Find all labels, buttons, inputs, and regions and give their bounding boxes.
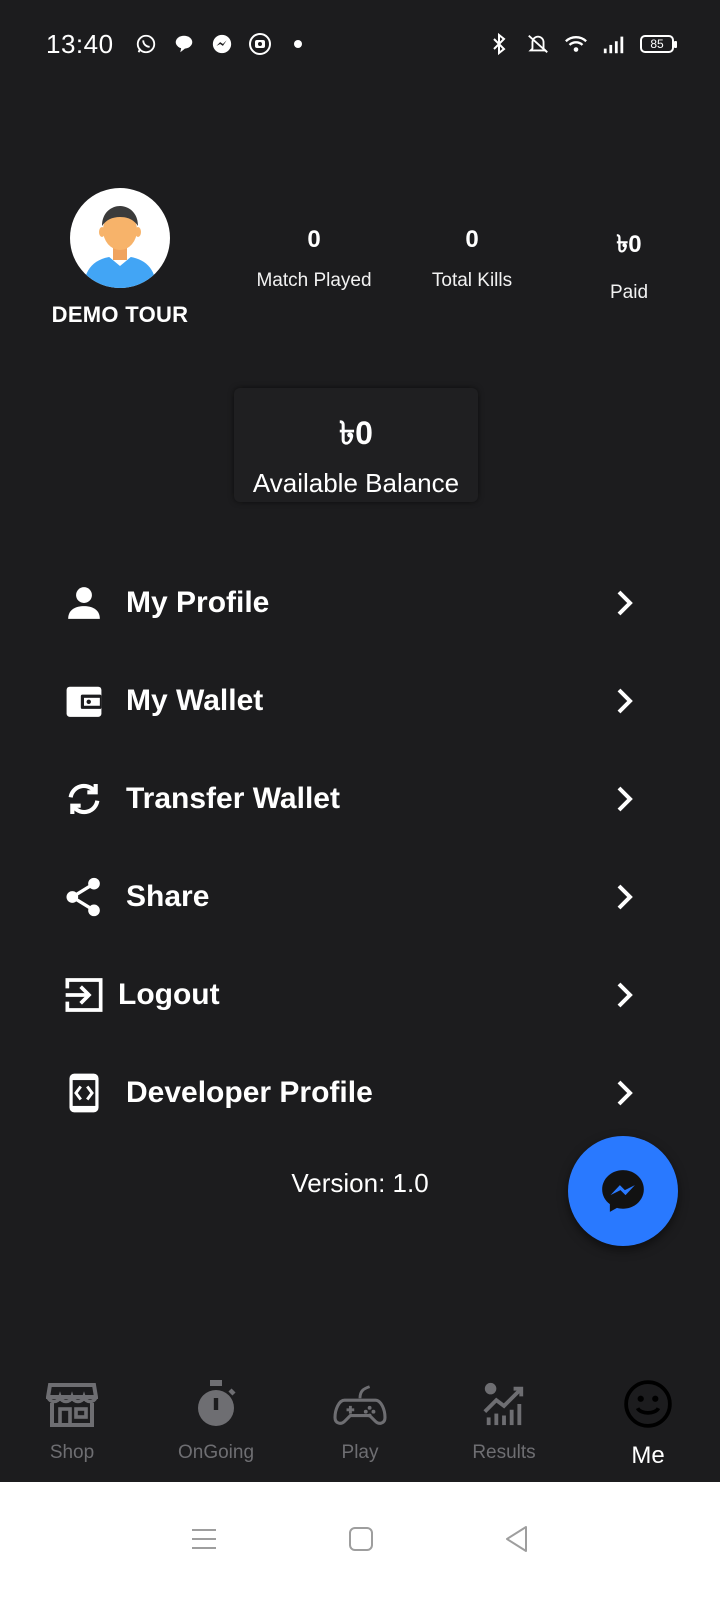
menu-item-my-wallet[interactable]: My Wallet xyxy=(0,652,720,750)
system-nav-bar xyxy=(0,1482,720,1600)
chevron-right-icon xyxy=(617,884,633,910)
sync-icon xyxy=(64,779,104,819)
battery-icon: 85 xyxy=(640,35,677,53)
status-right: 85 xyxy=(488,32,677,56)
developer-icon xyxy=(64,1073,104,1113)
menu-item-developer-profile[interactable]: Developer Profile xyxy=(0,1044,720,1142)
user-avatar-icon xyxy=(70,188,170,288)
messenger-icon xyxy=(210,32,234,56)
menu-label: Transfer Wallet xyxy=(126,782,340,815)
status-time: 13:40 xyxy=(46,28,114,59)
status-bar: 13:40 85 xyxy=(0,0,720,88)
menu-item-logout[interactable]: Logout xyxy=(0,946,720,1044)
nav-item-ongoing[interactable]: OnGoing xyxy=(144,1362,288,1482)
menu-label: Developer Profile xyxy=(126,1076,373,1109)
nav-label: OnGoing xyxy=(177,1442,255,1463)
chevron-right-icon xyxy=(617,786,633,812)
smiley-icon xyxy=(620,1376,676,1432)
nav-item-results[interactable]: Results xyxy=(432,1362,576,1482)
status-left: 13:40 xyxy=(46,29,310,60)
menu-icon[interactable] xyxy=(190,1527,218,1556)
nav-item-play[interactable]: Play xyxy=(288,1362,432,1482)
wifi-icon xyxy=(564,32,588,56)
balance-label: Available Balance xyxy=(252,468,460,498)
stat-label: Paid xyxy=(609,282,649,303)
balance-card: ৳0 Available Balance xyxy=(234,388,478,502)
chevron-right-icon xyxy=(617,1080,633,1106)
nav-label: Play xyxy=(341,1442,379,1463)
chevron-right-icon xyxy=(617,982,633,1008)
bluetooth-icon xyxy=(488,32,512,56)
stat-value: 0 xyxy=(307,226,321,253)
chevron-right-icon xyxy=(617,688,633,714)
back-icon[interactable] xyxy=(504,1525,530,1558)
messenger-fab-button[interactable] xyxy=(568,1136,678,1246)
profile-block: DEMO TOUR xyxy=(40,188,200,328)
menu-item-my-profile[interactable]: My Profile xyxy=(0,554,720,652)
whatsapp-icon xyxy=(134,32,158,56)
nav-label: Me xyxy=(631,1442,665,1469)
stat-label: Total Kills xyxy=(431,270,513,291)
share-icon xyxy=(64,877,104,917)
person-icon xyxy=(64,583,104,623)
wallet-icon xyxy=(64,681,104,721)
menu-list: My Profile My Wallet Transfer Wallet Sha… xyxy=(0,554,720,1142)
menu-item-share[interactable]: Share xyxy=(0,848,720,946)
chevron-right-icon xyxy=(617,590,633,616)
nav-item-me[interactable]: Me xyxy=(576,1362,720,1482)
menu-item-transfer-wallet[interactable]: Transfer Wallet xyxy=(0,750,720,848)
nav-label: Shop xyxy=(49,1442,95,1463)
username: DEMO TOUR xyxy=(51,302,189,327)
menu-label: My Wallet xyxy=(126,684,264,717)
app-badge-icon xyxy=(248,32,272,56)
menu-label: Logout xyxy=(118,978,220,1011)
home-icon[interactable] xyxy=(348,1526,374,1557)
gamepad-icon xyxy=(332,1376,388,1432)
menu-label: My Profile xyxy=(126,586,270,619)
timer-icon xyxy=(188,1376,244,1432)
balance-value: ৳0 xyxy=(339,415,373,451)
chat-bubble-icon xyxy=(172,32,196,56)
bottom-nav: Shop OnGoing Play Results Me xyxy=(0,1362,720,1482)
dot-icon xyxy=(286,32,310,56)
chart-icon xyxy=(476,1376,532,1432)
stat-value: 0 xyxy=(465,226,479,253)
stat-total-kills: 0 Total Kills xyxy=(392,226,552,292)
messenger-icon xyxy=(602,1170,644,1212)
logout-icon xyxy=(64,975,104,1015)
stat-match-played: 0 Match Played xyxy=(234,226,394,292)
signal-icon xyxy=(602,32,626,56)
nav-item-shop[interactable]: Shop xyxy=(0,1362,144,1482)
stat-label: Match Played xyxy=(256,270,372,291)
nav-label: Results xyxy=(472,1442,536,1463)
stat-paid: ৳0 Paid xyxy=(549,226,709,304)
menu-label: Share xyxy=(126,880,210,913)
store-icon xyxy=(44,1376,100,1432)
mute-icon xyxy=(526,32,550,56)
stat-value: ৳0 xyxy=(616,231,642,258)
